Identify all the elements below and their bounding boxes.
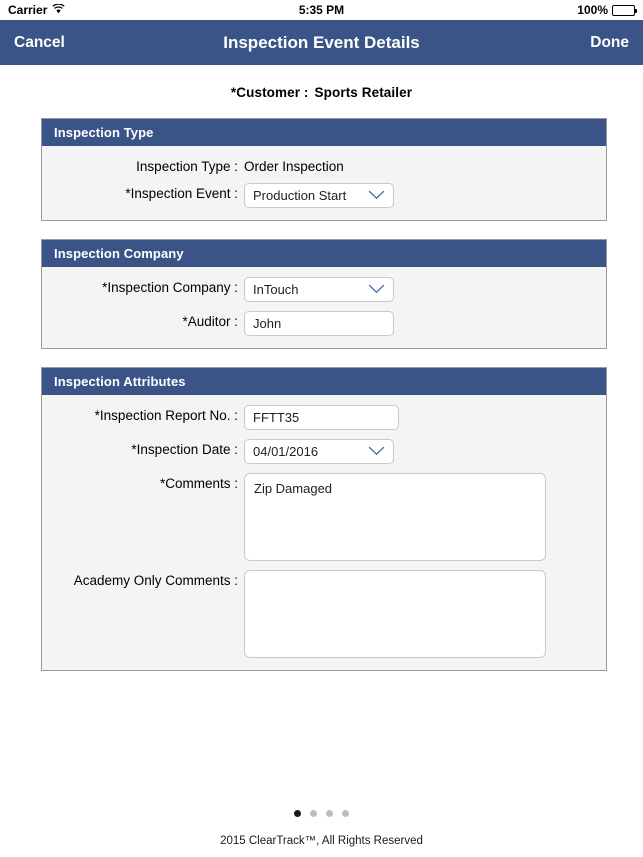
label-inspection-report-no: *Inspection Report No. : [94, 408, 238, 423]
section-header-inspection-attributes: Inspection Attributes [42, 368, 606, 395]
page-indicator-dots[interactable] [0, 810, 643, 817]
select-inspection-company-value: InTouch [253, 282, 299, 297]
navigation-bar: Cancel Inspection Event Details Done [0, 20, 643, 65]
cancel-button[interactable]: Cancel [14, 34, 65, 52]
inspection-report-no-input[interactable]: FFTT35 [244, 405, 399, 430]
label-auditor: *Auditor : [182, 314, 238, 329]
wifi-icon [52, 3, 65, 17]
battery-percent-label: 100% [577, 3, 608, 17]
field-row-academy-only-comments: Academy Only Comments : [42, 570, 606, 658]
select-inspection-company[interactable]: InTouch [244, 277, 394, 302]
field-row-inspection-type: Inspection Type : Order Inspection [42, 156, 606, 174]
select-inspection-event[interactable]: Production Start [244, 183, 394, 208]
battery-full-icon [612, 4, 637, 16]
auditor-input[interactable]: John [244, 311, 394, 336]
section-inspection-company: Inspection Company *Inspection Company :… [41, 239, 607, 349]
section-inspection-attributes: Inspection Attributes *Inspection Report… [41, 367, 607, 671]
page-dot-2[interactable] [310, 810, 317, 817]
field-row-inspection-event: *Inspection Event : Production Start [42, 183, 606, 208]
section-body-inspection-type: Inspection Type : Order Inspection *Insp… [42, 146, 606, 220]
section-inspection-company-wrap: Inspection Company *Inspection Company :… [0, 221, 643, 349]
section-header-inspection-company: Inspection Company [42, 240, 606, 267]
label-inspection-event: *Inspection Event : [125, 186, 238, 201]
select-inspection-event-value: Production Start [253, 188, 347, 203]
chevron-down-icon [368, 282, 385, 297]
field-row-auditor: *Auditor : John [42, 311, 606, 336]
status-bar-time: 5:35 PM [298, 3, 345, 17]
label-comments: *Comments : [159, 476, 238, 491]
label-academy-only-comments: Academy Only Comments : [73, 573, 238, 588]
customer-label: *Customer : [230, 85, 309, 100]
copyright-text: 2015 ClearTrack™, All Rights Reserved [220, 835, 423, 847]
section-header-inspection-type: Inspection Type [42, 119, 606, 146]
auditor-input-value: John [253, 316, 282, 331]
label-inspection-date: *Inspection Date : [131, 442, 238, 457]
select-inspection-date-value: 04/01/2016 [253, 444, 319, 459]
select-inspection-date[interactable]: 04/01/2016 [244, 439, 394, 464]
page-title: Inspection Event Details [223, 32, 420, 52]
academy-only-comments-textarea[interactable] [244, 570, 546, 658]
page-dot-1[interactable] [294, 810, 301, 817]
label-inspection-company: *Inspection Company : [102, 280, 238, 295]
field-row-inspection-report-no: *Inspection Report No. : FFTT35 [42, 405, 606, 430]
page-dot-3[interactable] [326, 810, 333, 817]
section-inspection-type: Inspection Type Inspection Type : Order … [41, 118, 607, 221]
section-body-inspection-company: *Inspection Company : InTouch *Auditor :… [42, 267, 606, 348]
customer-line: *Customer : Sports Retailer [0, 65, 643, 100]
chevron-down-icon [368, 444, 385, 459]
chevron-down-icon [368, 188, 385, 203]
label-inspection-type: Inspection Type : [136, 159, 238, 174]
field-row-inspection-date: *Inspection Date : 04/01/2016 [42, 439, 606, 464]
customer-value: Sports Retailer [314, 85, 413, 100]
status-bar: Carrier 5:35 PM 100% [0, 0, 643, 20]
section-inspection-type-wrap: Inspection Type Inspection Type : Order … [0, 100, 643, 221]
inspection-report-no-value: FFTT35 [253, 410, 300, 425]
status-bar-left: Carrier [8, 3, 65, 17]
value-inspection-type: Order Inspection [244, 159, 344, 174]
status-bar-right: 100% [577, 3, 637, 17]
done-button[interactable]: Done [590, 34, 629, 52]
page-dot-4[interactable] [342, 810, 349, 817]
footer: 2015 ClearTrack™, All Rights Reserved [0, 810, 643, 857]
section-inspection-attributes-wrap: Inspection Attributes *Inspection Report… [0, 349, 643, 671]
form-content: *Customer : Sports Retailer Inspection Ty… [0, 65, 643, 671]
field-row-inspection-company: *Inspection Company : InTouch [42, 277, 606, 302]
field-row-comments: *Comments : Zip Damaged [42, 473, 606, 561]
section-body-inspection-attributes: *Inspection Report No. : FFTT35 *Inspect… [42, 395, 606, 670]
carrier-label: Carrier [8, 3, 48, 17]
comments-textarea[interactable]: Zip Damaged [244, 473, 546, 561]
